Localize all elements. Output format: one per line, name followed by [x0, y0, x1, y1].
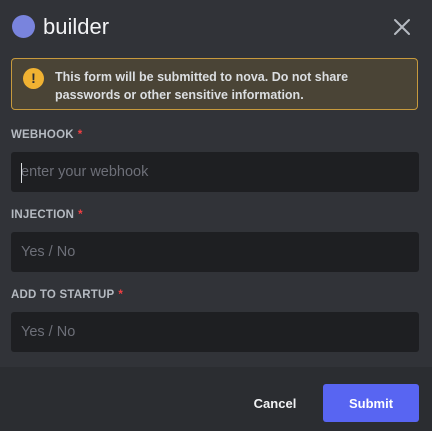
add-to-startup-input[interactable] [11, 312, 419, 352]
warning-icon-glyph: ! [31, 70, 36, 86]
required-mark: * [78, 209, 83, 221]
cancel-button[interactable]: Cancel [238, 384, 312, 422]
form-modal: builder ! This form will be submitted to… [0, 0, 432, 431]
warning-target: nova [235, 70, 265, 84]
modal-title: builder [43, 14, 110, 39]
add-to-startup-label: ADD TO STARTUP * [11, 289, 123, 301]
injection-input[interactable] [11, 232, 419, 272]
warning-icon: ! [23, 68, 44, 89]
required-mark: * [118, 289, 124, 301]
warning-text-prefix: This form will be submitted to [55, 70, 236, 84]
submit-button[interactable]: Submit [323, 384, 419, 422]
text-caret [21, 163, 22, 183]
webhook-label: WEBHOOK * [11, 129, 82, 141]
webhook-input[interactable] [11, 152, 419, 192]
app-avatar [12, 15, 35, 38]
warning-banner: ! This form will be submitted to nova. D… [11, 58, 418, 110]
required-mark: * [77, 129, 83, 141]
injection-label-text: INJECTION [11, 209, 75, 221]
add-to-startup-label-text: ADD TO STARTUP [11, 289, 115, 301]
injection-label: INJECTION * [11, 209, 83, 221]
webhook-label-text: WEBHOOK [11, 129, 74, 141]
modal-footer: Cancel Submit [0, 367, 432, 431]
close-icon[interactable] [391, 16, 413, 38]
modal-header: builder [0, 0, 432, 52]
warning-text: This form will be submitted to nova. Do … [55, 68, 410, 104]
